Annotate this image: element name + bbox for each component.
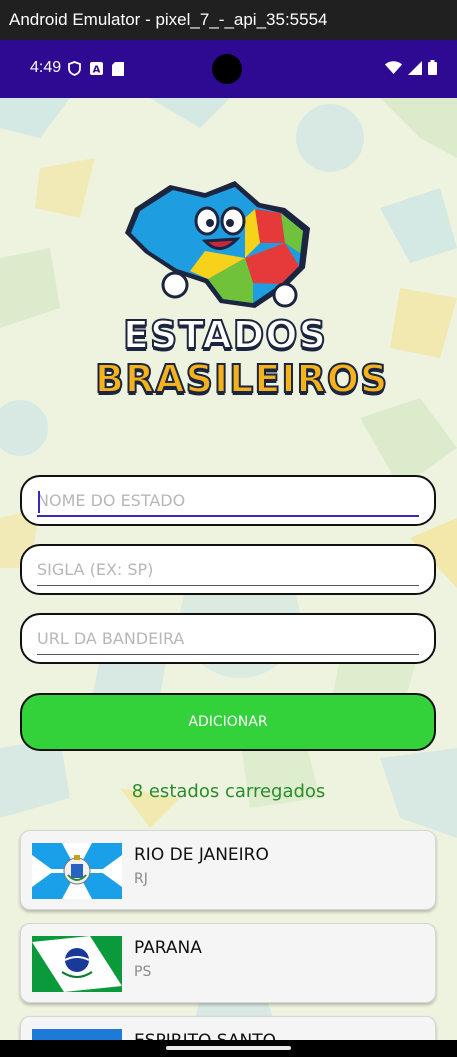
navigation-bar bbox=[0, 1040, 457, 1057]
state-name-input[interactable] bbox=[37, 485, 419, 517]
status-right-icons bbox=[385, 60, 437, 75]
brazil-map-mascot-illustration bbox=[125, 181, 310, 308]
espirito-santo-flag bbox=[32, 1029, 122, 1040]
state-abbr: RJ bbox=[134, 871, 148, 887]
status-left-icons: A bbox=[68, 61, 124, 76]
signal-icon bbox=[408, 60, 422, 75]
app-screen: ESTADOS BRASILEIROS ADICIONAR 8 estados … bbox=[0, 98, 457, 1040]
state-abbr-input[interactable] bbox=[37, 554, 419, 586]
state-abbr: PS bbox=[134, 964, 152, 980]
rio-de-janeiro-flag bbox=[32, 843, 122, 899]
svg-text:A: A bbox=[93, 65, 101, 76]
state-name-field[interactable] bbox=[20, 475, 436, 526]
state-name: RIO DE JANEIRO bbox=[134, 845, 269, 865]
state-abbr-field[interactable] bbox=[20, 544, 436, 595]
status-bar: 4:49 A bbox=[0, 40, 457, 98]
front-camera bbox=[212, 54, 242, 84]
window-title: Android Emulator - pixel_7_-_api_35:5554 bbox=[0, 0, 457, 40]
home-gesture-handle[interactable] bbox=[166, 1046, 291, 1050]
app-logo: ESTADOS BRASILEIROS bbox=[94, 173, 389, 405]
a-box-icon: A bbox=[90, 62, 103, 75]
logo-line-brasileiros: BRASILEIROS bbox=[94, 356, 389, 402]
state-card[interactable]: ESPIRITO SANTO bbox=[20, 1016, 436, 1040]
logo-line-estados: ESTADOS bbox=[122, 312, 327, 358]
state-card[interactable]: PARANA PS bbox=[20, 923, 436, 1003]
text-cursor bbox=[38, 491, 40, 513]
state-card[interactable]: RIO DE JANEIRO RJ bbox=[20, 830, 436, 910]
parana-flag bbox=[32, 936, 122, 992]
logo-title: ESTADOS BRASILEIROS bbox=[94, 312, 389, 402]
state-name: PARANA bbox=[134, 938, 202, 958]
battery-icon bbox=[428, 60, 437, 75]
wifi-icon bbox=[385, 61, 402, 74]
shield-icon bbox=[68, 61, 81, 76]
flag-url-field[interactable] bbox=[20, 613, 436, 664]
status-time: 4:49 bbox=[30, 59, 62, 76]
add-button[interactable]: ADICIONAR bbox=[20, 693, 436, 751]
loaded-count-text: 8 estados carregados bbox=[131, 781, 326, 802]
flag-url-input[interactable] bbox=[37, 623, 419, 655]
sd-card-icon bbox=[112, 61, 124, 76]
state-name: ESPIRITO SANTO bbox=[134, 1031, 276, 1040]
